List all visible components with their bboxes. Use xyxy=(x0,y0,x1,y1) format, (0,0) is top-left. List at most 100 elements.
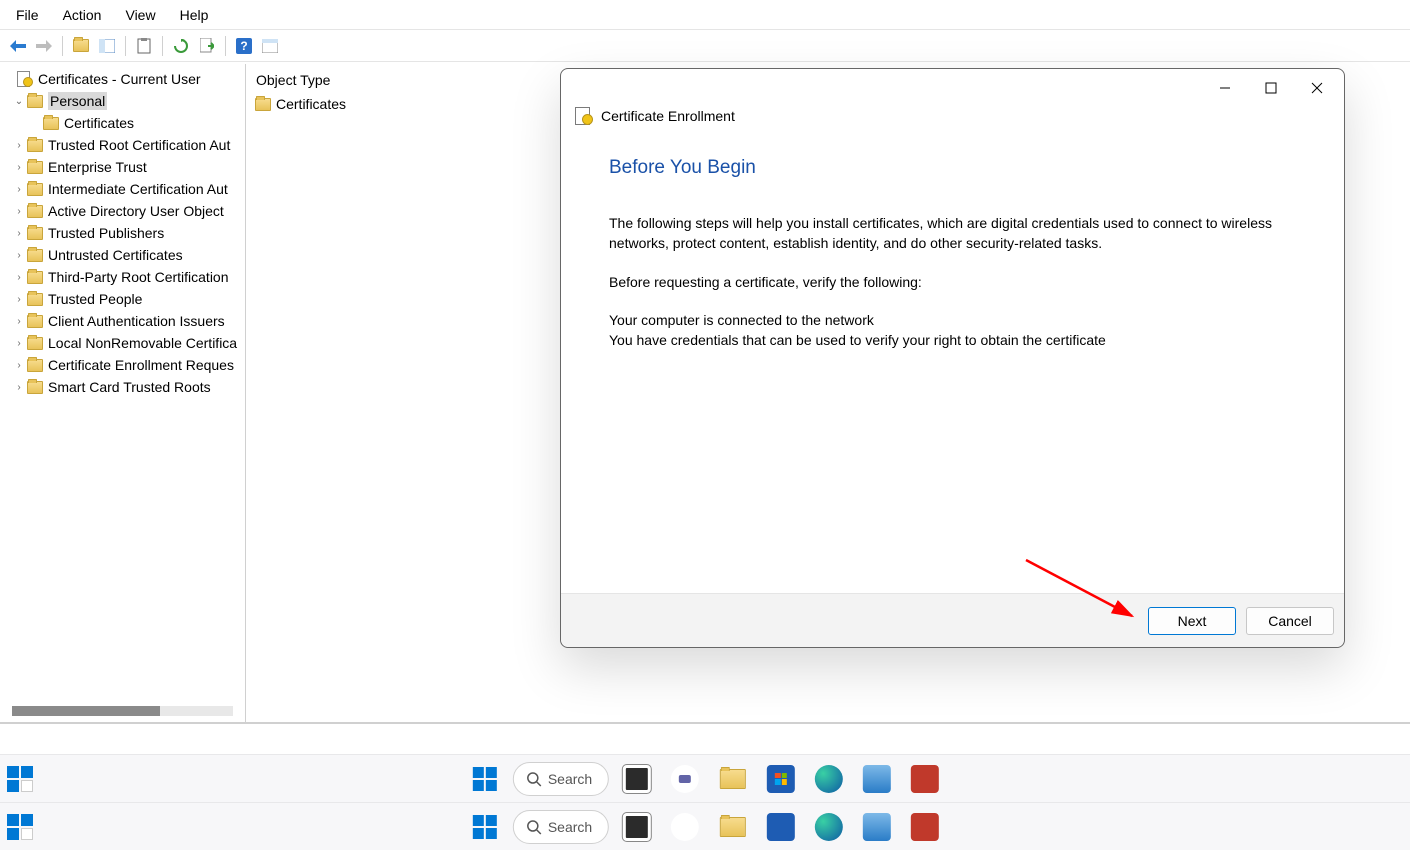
taskbar-area: Search Search xyxy=(0,754,1410,834)
folder-icon xyxy=(26,335,44,351)
tree-item[interactable]: › Untrusted Certificates xyxy=(0,244,245,266)
folder-icon xyxy=(26,93,44,109)
taskbar[interactable]: Search xyxy=(0,754,1410,802)
chevron-right-icon[interactable]: › xyxy=(12,184,26,195)
horizontal-scrollbar[interactable] xyxy=(12,706,233,716)
pinned-app-2[interactable] xyxy=(905,759,945,799)
tree-item-label: Intermediate Certification Aut xyxy=(48,181,228,197)
chevron-right-icon[interactable]: › xyxy=(12,338,26,349)
tree-item[interactable]: › Intermediate Certification Aut xyxy=(0,178,245,200)
tree-root[interactable]: Certificates - Current User xyxy=(0,68,245,90)
tree-item[interactable]: › Certificate Enrollment Reques xyxy=(0,354,245,376)
chat-button[interactable] xyxy=(665,759,705,799)
tree-item[interactable]: › Client Authentication Issuers xyxy=(0,310,245,332)
menu-action[interactable]: Action xyxy=(51,3,114,27)
separator xyxy=(225,36,226,56)
tree-item[interactable]: ›Enterprise Trust xyxy=(0,156,245,178)
search-icon xyxy=(526,771,542,787)
chevron-right-icon[interactable]: › xyxy=(12,206,26,217)
close-button[interactable] xyxy=(1294,72,1340,104)
folder-icon xyxy=(26,225,44,241)
tree-item-label: Smart Card Trusted Roots xyxy=(48,379,211,395)
toolbar: ? xyxy=(0,30,1410,62)
dialog-header: Certificate Enrollment xyxy=(561,107,1344,133)
dialog-text: Your computer is connected to the networ… xyxy=(609,310,1296,330)
chevron-right-icon[interactable]: › xyxy=(12,382,26,393)
scrollbar-thumb[interactable] xyxy=(12,706,160,716)
back-button[interactable] xyxy=(6,34,30,58)
chevron-right-icon[interactable]: › xyxy=(12,228,26,239)
folder-icon xyxy=(26,291,44,307)
refresh-button[interactable] xyxy=(169,34,193,58)
tree-item[interactable]: ›Third-Party Root Certification xyxy=(0,266,245,288)
tree-personal[interactable]: ⌄ Personal xyxy=(0,90,245,112)
folder-icon xyxy=(254,96,272,112)
help-button[interactable]: ? xyxy=(232,34,256,58)
pinned-app-1[interactable] xyxy=(857,759,897,799)
tree-item-label: Certificate Enrollment Reques xyxy=(48,357,234,373)
expander-icon[interactable]: ⌄ xyxy=(12,96,26,107)
separator xyxy=(162,36,163,56)
show-hide-tree-button[interactable] xyxy=(95,34,119,58)
chevron-right-icon[interactable]: › xyxy=(12,272,26,283)
tree-certificates[interactable]: Certificates xyxy=(0,112,245,134)
folder-icon xyxy=(26,137,44,153)
tree-item-label: Client Authentication Issuers xyxy=(48,313,225,329)
taskbar-search[interactable]: Search xyxy=(513,762,609,796)
tree-item[interactable]: › Trusted Publishers xyxy=(0,222,245,244)
search-placeholder: Search xyxy=(548,771,592,787)
list-item-label: Certificates xyxy=(276,96,346,112)
separator xyxy=(125,36,126,56)
chevron-right-icon[interactable]: › xyxy=(12,140,26,151)
dialog-heading: Before You Begin xyxy=(609,157,1296,179)
cancel-button[interactable]: Cancel xyxy=(1246,607,1334,635)
cert-root-icon xyxy=(16,71,34,87)
folder-icon xyxy=(26,181,44,197)
dialog-text: You have credentials that can be used to… xyxy=(609,330,1296,350)
task-view-button[interactable] xyxy=(617,759,657,799)
explorer-button[interactable] xyxy=(713,759,753,799)
chevron-right-icon[interactable]: › xyxy=(12,316,26,327)
tree-item-label: Untrusted Certificates xyxy=(48,247,183,263)
tree-item-label: Trusted People xyxy=(48,291,142,307)
maximize-button[interactable] xyxy=(1248,72,1294,104)
menu-file[interactable]: File xyxy=(4,3,51,27)
dialog-title: Certificate Enrollment xyxy=(601,108,735,124)
chevron-right-icon[interactable]: › xyxy=(12,162,26,173)
next-button[interactable]: Next xyxy=(1148,607,1236,635)
folder-icon xyxy=(26,159,44,175)
dialog-text: The following steps will help you instal… xyxy=(609,213,1296,254)
tree-item[interactable]: ›Trusted Root Certification Aut xyxy=(0,134,245,156)
clipboard-button[interactable] xyxy=(132,34,156,58)
chevron-right-icon[interactable]: › xyxy=(12,294,26,305)
chevron-right-icon[interactable]: › xyxy=(12,250,26,261)
folder-icon xyxy=(26,379,44,395)
certificate-tree[interactable]: Certificates - Current User ⌄ Personal C… xyxy=(0,64,245,402)
tree-item-label: Certificates xyxy=(64,115,134,131)
up-folder-button[interactable] xyxy=(69,34,93,58)
menu-help[interactable]: Help xyxy=(168,3,221,27)
tree-item[interactable]: ›Local NonRemovable Certifica xyxy=(0,332,245,354)
tree-item[interactable]: › Trusted People xyxy=(0,288,245,310)
minimize-button[interactable] xyxy=(1202,72,1248,104)
menu-view[interactable]: View xyxy=(113,3,167,27)
certificate-enrollment-dialog: Certificate Enrollment Before You Begin … xyxy=(560,68,1345,648)
export-button[interactable] xyxy=(195,34,219,58)
widgets-button xyxy=(6,813,34,841)
menubar: File Action View Help xyxy=(0,0,1410,30)
tree-item[interactable]: › Smart Card Trusted Roots xyxy=(0,376,245,398)
tree-root-label: Certificates - Current User xyxy=(38,71,201,87)
tree-item-label: Personal xyxy=(48,92,107,110)
tree-item[interactable]: › Active Directory User Object xyxy=(0,200,245,222)
tree-item-label: Active Directory User Object xyxy=(48,203,224,219)
start-button[interactable] xyxy=(465,759,505,799)
properties-button[interactable] xyxy=(258,34,282,58)
edge-button[interactable] xyxy=(809,759,849,799)
forward-button[interactable] xyxy=(32,34,56,58)
chevron-right-icon[interactable]: › xyxy=(12,360,26,371)
tree-item-label: Trusted Publishers xyxy=(48,225,164,241)
store-button[interactable] xyxy=(761,759,801,799)
widgets-button[interactable] xyxy=(6,765,34,793)
dialog-titlebar[interactable] xyxy=(561,69,1344,107)
folder-icon xyxy=(42,115,60,131)
